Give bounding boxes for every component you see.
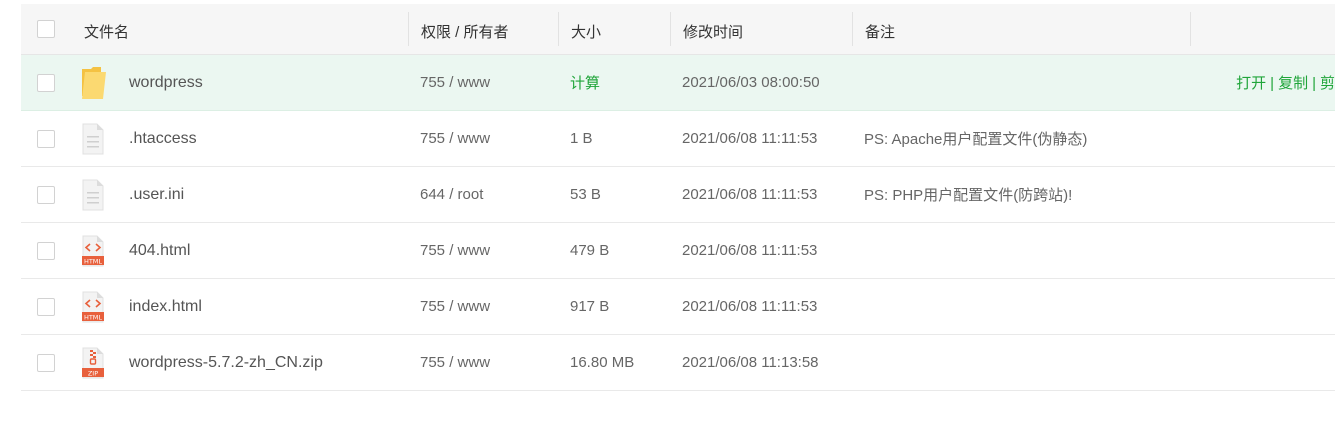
file-note[interactable]: PS: Apache用户配置文件(伪静态)	[864, 131, 1087, 148]
file-size: 1 B	[570, 130, 593, 147]
file-name-link[interactable]: .user.ini	[129, 186, 184, 203]
text-file-icon	[73, 179, 129, 211]
header-filename-label[interactable]: 文件名	[73, 17, 129, 42]
row-actions: 打开 | 复制 | 剪	[1191, 54, 1335, 111]
header-note: 备注	[853, 4, 1191, 55]
file-mtime: 2021/06/08 11:13:58	[682, 354, 819, 371]
file-permission[interactable]: 755 / www	[420, 130, 490, 147]
row-checkbox[interactable]	[37, 353, 55, 372]
file-mtime: 2021/06/08 11:11:53	[682, 130, 818, 147]
folder-icon	[73, 66, 129, 100]
file-note[interactable]: PS: PHP用户配置文件(防跨站)!	[864, 187, 1072, 204]
file-name-link[interactable]: index.html	[129, 298, 202, 315]
row-checkbox[interactable]	[37, 129, 55, 148]
header-actions	[1191, 4, 1335, 55]
text-file-icon	[73, 123, 129, 155]
header-size[interactable]: 大小	[559, 4, 671, 55]
cut-action[interactable]: 剪	[1320, 75, 1335, 92]
file-mtime: 2021/06/08 11:11:53	[682, 186, 818, 203]
table-row[interactable]: HTML index.html 755 / www 917 B 2021/06/…	[21, 278, 1335, 335]
table-row[interactable]: .user.ini 644 / root 53 B 2021/06/08 11:…	[21, 166, 1335, 223]
file-permission[interactable]: 755 / www	[420, 74, 490, 91]
row-actions	[1191, 334, 1335, 391]
file-mtime: 2021/06/08 11:11:53	[682, 242, 818, 259]
row-checkbox[interactable]	[37, 185, 55, 204]
file-permission[interactable]: 755 / www	[420, 242, 490, 259]
html-file-icon: HTML	[73, 291, 129, 323]
file-permission[interactable]: 644 / root	[420, 186, 483, 203]
file-table: 文件名 权限 / 所有者 大小 修改时间 备注 wordpress 755 / …	[21, 4, 1335, 391]
file-size: 917 B	[570, 298, 610, 315]
select-all-checkbox[interactable]	[37, 20, 55, 38]
table-row[interactable]: wordpress 755 / www 计算 2021/06/03 08:00:…	[21, 54, 1335, 111]
zip-file-icon: ZIP	[73, 347, 129, 379]
header-mtime-label[interactable]: 修改时间	[671, 17, 743, 42]
row-checkbox[interactable]	[37, 241, 55, 260]
file-name-link[interactable]: 404.html	[129, 242, 190, 259]
open-action[interactable]: 打开	[1236, 75, 1266, 92]
header-mtime[interactable]: 修改时间	[671, 4, 853, 55]
row-actions	[1191, 110, 1335, 167]
zip-badge-text: ZIP	[88, 369, 98, 377]
file-name-link[interactable]: wordpress-5.7.2-zh_CN.zip	[129, 354, 323, 371]
file-name-link[interactable]: wordpress	[129, 74, 203, 91]
html-badge-text: HTML	[84, 257, 102, 265]
file-mtime: 2021/06/08 11:11:53	[682, 298, 818, 315]
header-permission[interactable]: 权限 / 所有者	[409, 4, 559, 55]
html-badge-text: HTML	[84, 313, 102, 321]
table-row[interactable]: ZIP wordpress-5.7.2-zh_CN.zip 755 / www …	[21, 334, 1335, 391]
file-permission[interactable]: 755 / www	[420, 354, 490, 371]
copy-action[interactable]: 复制	[1278, 75, 1308, 92]
header-size-label[interactable]: 大小	[559, 17, 601, 42]
header-permission-label[interactable]: 权限 / 所有者	[409, 17, 509, 42]
row-checkbox[interactable]	[37, 297, 55, 316]
file-size: 479 B	[570, 242, 610, 259]
row-actions	[1191, 278, 1335, 335]
calculate-size-link[interactable]: 计算	[570, 75, 600, 92]
file-name-link[interactable]: .htaccess	[129, 130, 197, 147]
table-header-row: 文件名 权限 / 所有者 大小 修改时间 备注	[21, 4, 1335, 55]
file-size: 16.80 MB	[570, 354, 635, 371]
row-checkbox[interactable]	[37, 73, 55, 92]
row-actions	[1191, 222, 1335, 279]
file-permission[interactable]: 755 / www	[420, 298, 490, 315]
header-select-all[interactable]	[21, 4, 73, 55]
header-filename[interactable]: 文件名	[73, 4, 409, 55]
row-actions	[1191, 166, 1335, 223]
file-size: 53 B	[570, 186, 601, 203]
header-note-label: 备注	[865, 23, 896, 41]
table-row[interactable]: .htaccess 755 / www 1 B 2021/06/08 11:11…	[21, 110, 1335, 167]
file-mtime: 2021/06/03 08:00:50	[682, 74, 820, 91]
html-file-icon: HTML	[73, 235, 129, 267]
table-row[interactable]: HTML 404.html 755 / www 479 B 2021/06/08…	[21, 222, 1335, 279]
